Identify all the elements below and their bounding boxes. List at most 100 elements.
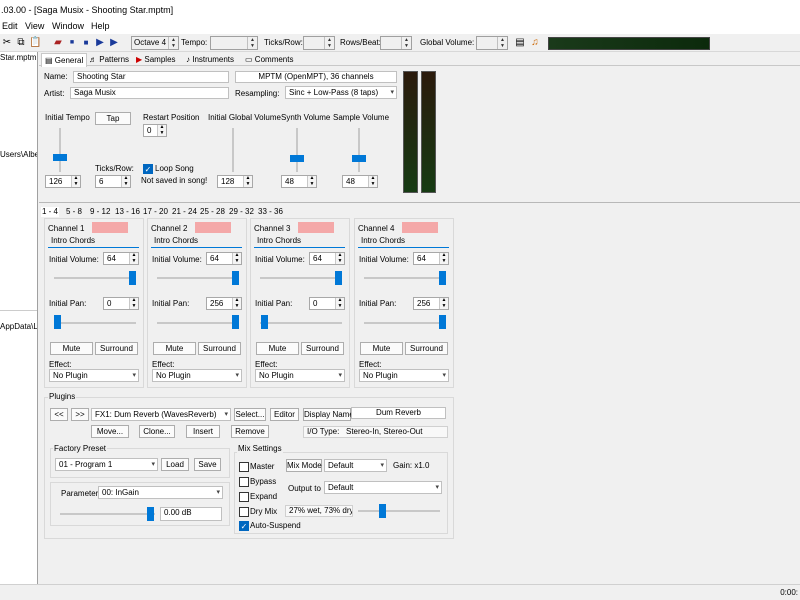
effect-select[interactable]: No Plugin ▾: [152, 369, 242, 382]
rows-input[interactable]: ▲ ▼: [380, 36, 412, 50]
play-from-cursor-icon[interactable]: ▶: [108, 37, 120, 49]
sample-volume-input[interactable]: 48 ▲ ▼: [342, 175, 378, 188]
surround-button[interactable]: Surround: [95, 342, 138, 355]
remove-button[interactable]: Remove: [231, 425, 269, 438]
channel-name-field[interactable]: Intro Chords: [358, 236, 449, 248]
ticks-input[interactable]: ▲ ▼: [303, 36, 335, 50]
display-name-field[interactable]: Dum Reverb: [351, 407, 446, 419]
sample-volume-slider[interactable]: [352, 155, 366, 162]
parameter-slider[interactable]: [147, 507, 154, 521]
menu-window[interactable]: Window: [52, 21, 84, 31]
tab-instruments[interactable]: ♪ Instruments: [186, 53, 234, 67]
bypass-checkbox[interactable]: [239, 477, 249, 487]
channel-pan-slider[interactable]: [232, 315, 239, 329]
channel-name-field[interactable]: Intro Chords: [48, 236, 139, 248]
play-pattern-icon[interactable]: ▶: [94, 37, 106, 49]
output-select[interactable]: Default ▾: [324, 481, 442, 494]
channel-range-tab[interactable]: 13 - 16: [115, 207, 140, 217]
surround-button[interactable]: Surround: [405, 342, 448, 355]
midi-record-icon[interactable]: ▰: [52, 37, 64, 49]
mute-button[interactable]: Mute: [360, 342, 403, 355]
channel-volume-slider[interactable]: [439, 271, 446, 285]
channel-volume-input[interactable]: 64 ▲ ▼: [103, 252, 139, 265]
auto-suspend-checkbox[interactable]: ✓: [239, 521, 249, 531]
channel-name-field[interactable]: Intro Chords: [254, 236, 345, 248]
editor-button[interactable]: Editor: [270, 408, 299, 421]
dry-mix-checkbox[interactable]: [239, 507, 249, 517]
parameter-value-field[interactable]: 0.00 dB: [160, 507, 222, 521]
tempo-input[interactable]: ▲ ▼: [210, 36, 258, 50]
artist-field[interactable]: Saga Musix: [70, 87, 229, 99]
channel-name-field[interactable]: Intro Chords: [151, 236, 242, 248]
paste-icon[interactable]: 📋: [29, 37, 41, 49]
play-icon[interactable]: ■: [80, 37, 92, 49]
prev-plugin-button[interactable]: <<: [50, 408, 68, 421]
channel-pan-input[interactable]: 0 ▲ ▼: [103, 297, 139, 310]
channel-color-swatch[interactable]: [402, 222, 438, 233]
channel-pan-input[interactable]: 256 ▲ ▼: [206, 297, 242, 310]
channel-range-tab[interactable]: 33 - 36: [258, 207, 283, 217]
tab-general[interactable]: ▤ General: [41, 53, 88, 67]
loop-song-checkbox[interactable]: ✓: [143, 164, 153, 174]
move-button[interactable]: Move...: [91, 425, 129, 438]
copy-icon[interactable]: ⧉: [15, 37, 27, 49]
display-name-button[interactable]: Display Name: [303, 408, 354, 421]
channel-color-swatch[interactable]: [195, 222, 231, 233]
settings-icon[interactable]: ▤: [514, 37, 526, 49]
channel-volume-input[interactable]: 64 ▲ ▼: [413, 252, 449, 265]
song-name-field[interactable]: Shooting Star: [73, 71, 229, 83]
channel-volume-slider[interactable]: [232, 271, 239, 285]
channel-volume-slider[interactable]: [129, 271, 136, 285]
channel-range-tab[interactable]: 17 - 20: [143, 207, 168, 217]
menu-edit[interactable]: Edit: [2, 21, 18, 31]
menu-view[interactable]: View: [25, 21, 44, 31]
insert-button[interactable]: Insert: [186, 425, 220, 438]
channel-range-tab[interactable]: 25 - 28: [200, 207, 225, 217]
channel-color-swatch[interactable]: [298, 222, 334, 233]
tree-view[interactable]: Star.mptm Users\Albe AppData\Lc: [0, 52, 38, 584]
plugin-slot-select[interactable]: FX1: Dum Reverb (WavesReverb) ▾: [91, 408, 231, 421]
channel-volume-slider[interactable]: [335, 271, 342, 285]
channel-pan-slider[interactable]: [261, 315, 268, 329]
synth-volume-input[interactable]: 48 ▲ ▼: [281, 175, 317, 188]
tempo-slider[interactable]: [53, 154, 67, 161]
channel-pan-input[interactable]: 256 ▲ ▼: [413, 297, 449, 310]
channel-range-tab[interactable]: 9 - 12: [90, 207, 110, 217]
ticks-row-input[interactable]: 6 ▲ ▼: [95, 175, 131, 188]
channel-range-tab[interactable]: 29 - 32: [229, 207, 254, 217]
channel-pan-slider[interactable]: [439, 315, 446, 329]
channel-pan-input[interactable]: 0 ▲ ▼: [309, 297, 345, 310]
preset-select[interactable]: 01 - Program 1 ▾: [55, 458, 158, 471]
octave-select[interactable]: Octave 4 ▲ ▼: [131, 36, 179, 50]
tempo-input[interactable]: 126 ▲ ▼: [45, 175, 81, 188]
save-preset-button[interactable]: Save: [194, 458, 221, 471]
select-plugin-button[interactable]: Select...: [234, 408, 266, 421]
resampling-select[interactable]: Sinc + Low-Pass (8 taps) ▾: [285, 86, 397, 99]
parameter-select[interactable]: 00: InGain ▾: [98, 486, 223, 499]
tree-item-user-folder[interactable]: Users\Albe: [0, 150, 37, 159]
mute-button[interactable]: Mute: [153, 342, 196, 355]
channel-color-swatch[interactable]: [92, 222, 128, 233]
format-field[interactable]: MPTM (OpenMPT), 36 channels: [235, 71, 397, 83]
next-plugin-button[interactable]: >>: [71, 408, 89, 421]
channel-range-tab[interactable]: 21 - 24: [172, 207, 197, 217]
mute-button[interactable]: Mute: [50, 342, 93, 355]
synth-volume-slider[interactable]: [290, 155, 304, 162]
restart-position-input[interactable]: 0 ▲ ▼: [143, 124, 167, 137]
global-volume-input[interactable]: ▲ ▼: [476, 36, 508, 50]
tree-item-appdata[interactable]: AppData\Lc: [0, 322, 37, 331]
menu-help[interactable]: Help: [91, 21, 110, 31]
mix-mode-select[interactable]: Default ▾: [324, 459, 387, 472]
tree-item-song[interactable]: Star.mptm: [0, 53, 36, 62]
effect-select[interactable]: No Plugin ▾: [49, 369, 139, 382]
channel-volume-input[interactable]: 64 ▲ ▼: [309, 252, 345, 265]
tab-samples[interactable]: ▶ Samples: [136, 53, 176, 67]
surround-button[interactable]: Surround: [301, 342, 344, 355]
channel-range-tab[interactable]: 5 - 8: [66, 207, 82, 217]
stop-icon[interactable]: ■: [66, 37, 78, 49]
mute-button[interactable]: Mute: [256, 342, 299, 355]
master-checkbox[interactable]: [239, 462, 249, 472]
tab-comments[interactable]: ▭ Comments: [245, 53, 293, 67]
effect-select[interactable]: No Plugin ▾: [255, 369, 345, 382]
surround-button[interactable]: Surround: [198, 342, 241, 355]
